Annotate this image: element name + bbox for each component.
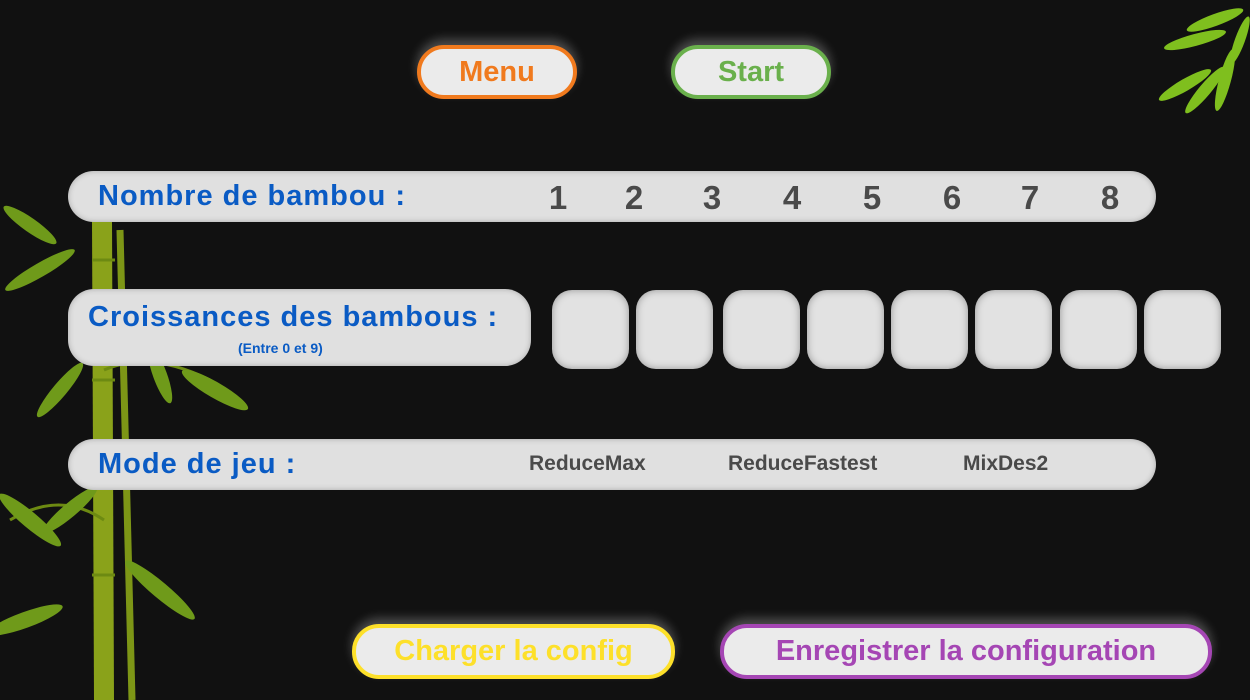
bamboo-count-option[interactable]: 1 — [538, 179, 578, 217]
growth-input-4[interactable] — [807, 290, 884, 369]
bamboo-leaves-decoration — [1158, 8, 1250, 114]
game-mode-label: Mode de jeu : — [98, 448, 297, 480]
growth-input-3[interactable] — [723, 290, 800, 369]
menu-button[interactable]: Menu — [417, 45, 577, 99]
bamboo-count-option[interactable]: 2 — [614, 179, 654, 217]
start-button[interactable]: Start — [671, 45, 831, 99]
growth-input-1[interactable] — [552, 290, 629, 369]
growth-input-2[interactable] — [636, 290, 713, 369]
bamboo-count-option[interactable]: 7 — [1010, 179, 1050, 217]
bamboo-count-option[interactable]: 3 — [692, 179, 732, 217]
bamboo-count-option[interactable]: 8 — [1090, 179, 1130, 217]
growth-panel: Croissances des bambous : (Entre 0 et 9) — [68, 289, 531, 366]
growth-input-7[interactable] — [1060, 290, 1137, 369]
game-mode-option-mixdes2[interactable]: MixDes2 — [963, 452, 1048, 476]
load-config-button[interactable]: Charger la config — [352, 624, 675, 679]
bamboo-count-label: Nombre de bambou : — [98, 180, 407, 212]
game-mode-option-reducemax[interactable]: ReduceMax — [529, 452, 646, 476]
growth-input-5[interactable] — [891, 290, 968, 369]
game-mode-option-reducefastest[interactable]: ReduceFastest — [728, 452, 877, 476]
bamboo-count-option[interactable]: 5 — [852, 179, 892, 217]
growth-label: Croissances des bambous : — [88, 301, 499, 333]
growth-hint: (Entre 0 et 9) — [238, 340, 323, 356]
game-mode-panel: Mode de jeu : ReduceMax ReduceFastest Mi… — [68, 439, 1156, 490]
growth-input-6[interactable] — [975, 290, 1052, 369]
bamboo-count-option[interactable]: 6 — [932, 179, 972, 217]
bamboo-count-panel: Nombre de bambou : 1 2 3 4 5 6 7 8 — [68, 171, 1156, 222]
save-config-button[interactable]: Enregistrer la configuration — [720, 624, 1212, 679]
growth-input-8[interactable] — [1144, 290, 1221, 369]
bamboo-count-option[interactable]: 4 — [772, 179, 812, 217]
